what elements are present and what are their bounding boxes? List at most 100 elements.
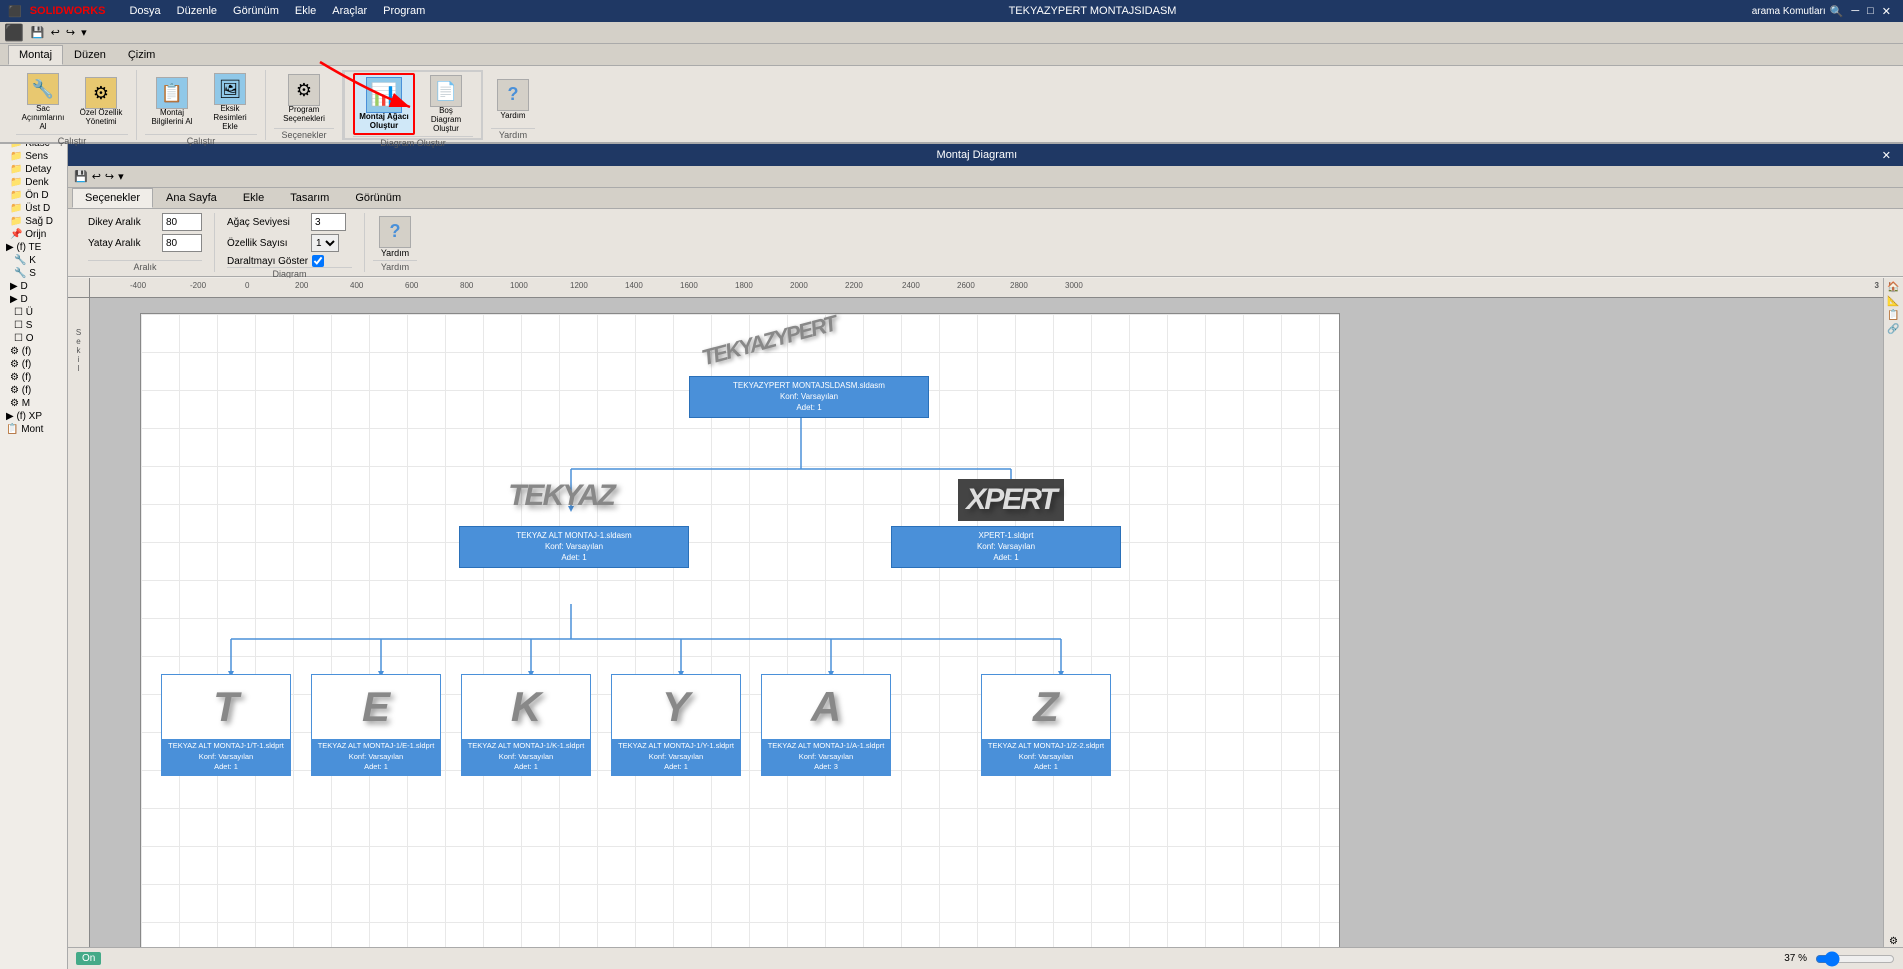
montaj-agac-button[interactable]: 📊 Montaj Ağacı Oluştur bbox=[353, 73, 415, 135]
diagram-canvas[interactable]: TEKYAZYPERT TEKYAZYPERT MONTAJSLDASM.sld… bbox=[90, 298, 1883, 947]
bos-diagram-button[interactable]: 📄 Boş Diagram Oluştur bbox=[419, 72, 473, 136]
right-icon-1[interactable]: 🏠 bbox=[1887, 282, 1899, 293]
program-icon: ⚙ bbox=[288, 74, 320, 106]
zoom-slider[interactable] bbox=[1815, 952, 1895, 966]
tab-secenekler[interactable]: Seçenekler bbox=[72, 188, 153, 208]
tree-item-f1[interactable]: ⚙ (f) bbox=[2, 345, 65, 358]
right-icon-4[interactable]: 🔗 bbox=[1887, 324, 1899, 335]
montaj-bilgi-button[interactable]: 📋 Montaj Bilgilerini Al bbox=[145, 74, 199, 130]
menu-araclar[interactable]: Araçlar bbox=[324, 3, 375, 19]
save-icon[interactable]: 💾 bbox=[31, 26, 45, 39]
tree-item-o[interactable]: ☐ O bbox=[2, 332, 65, 345]
montaj-agac-label: Montaj Ağacı Oluştur bbox=[359, 113, 409, 131]
eksik-resim-button[interactable]: 🖼 Eksik Resimleri Ekle bbox=[203, 70, 257, 134]
eksik-icon: 🖼 bbox=[214, 73, 246, 105]
ribbon-group-label-4: Diagram Oluştur bbox=[353, 136, 473, 148]
tab-cizim[interactable]: Çizim bbox=[117, 45, 167, 65]
right-icon-3[interactable]: 📋 bbox=[1887, 310, 1899, 321]
tree-item-m[interactable]: ⚙ M bbox=[2, 397, 65, 410]
third-node-A[interactable]: A TEKYAZ ALT MONTAJ-1/A-1.sldprt Konf: V… bbox=[761, 674, 891, 776]
tab-ekle[interactable]: Ekle bbox=[230, 188, 277, 208]
minimize-btn[interactable]: ─ bbox=[1847, 5, 1863, 17]
inner-section-yardim: ? Yardım Yardım bbox=[365, 213, 425, 272]
tab-gorunum[interactable]: Görünüm bbox=[342, 188, 414, 208]
tab-duzen[interactable]: Düzen bbox=[63, 45, 117, 65]
yatay-aralik-input[interactable] bbox=[162, 234, 202, 252]
ribbon-group-yardim: ? Yardım Yardım bbox=[483, 70, 543, 140]
montaj-bilgi-label: Montaj Bilgilerini Al bbox=[150, 109, 194, 127]
tree-item-d2[interactable]: ▶ D bbox=[2, 293, 65, 306]
tree-item-detay[interactable]: 📁 Detay bbox=[2, 163, 65, 176]
ribbon-group-label-2: Çalıştır bbox=[145, 134, 257, 146]
outer-ribbon: ⬛ 💾 ↩ ↪ ▾ Montaj Düzen Çizim 🔧 Sac Açını… bbox=[0, 22, 1903, 144]
tree-item-f-te[interactable]: ▶ (f) TE bbox=[2, 241, 65, 254]
restore-btn[interactable]: □ bbox=[1863, 5, 1878, 17]
tree-item-orijin[interactable]: 📌 Orijn bbox=[2, 228, 65, 241]
inner-redo-icon[interactable]: ↪ bbox=[105, 170, 114, 183]
inner-save-icon[interactable]: 💾 bbox=[74, 170, 88, 183]
inner-yardim-label: Yardım bbox=[381, 248, 409, 258]
diagram-viewport[interactable]: -400 -200 0 200 400 600 800 1000 1200 14… bbox=[68, 278, 1883, 947]
right-icon-5[interactable]: ⚙ bbox=[1889, 936, 1898, 947]
agac-seviyesi-input[interactable] bbox=[311, 213, 346, 231]
tree-item-f2[interactable]: ⚙ (f) bbox=[2, 358, 65, 371]
tree-item-d1[interactable]: ▶ D bbox=[2, 280, 65, 293]
inner-undo-icon[interactable]: ↩ bbox=[92, 170, 101, 183]
daraltmayi-goster-checkbox[interactable] bbox=[312, 255, 324, 267]
sac-acinimlarini-button[interactable]: 🔧 Sac Açınımlarını Al bbox=[16, 70, 70, 134]
third-node-T[interactable]: T TEKYAZ ALT MONTAJ-1/T-1.sldprt Konf: V… bbox=[161, 674, 291, 776]
program-secenekleri-button[interactable]: ⚙ Program Seçenekleri bbox=[274, 71, 334, 127]
tree-item-s2[interactable]: ☐ S bbox=[2, 319, 65, 332]
menu-duzenle[interactable]: Düzenle bbox=[169, 3, 225, 19]
ribbon-group-label-5: Yardım bbox=[491, 128, 535, 140]
menu-dosya[interactable]: Dosya bbox=[121, 3, 168, 19]
top-node-box[interactable]: TEKYAZYPERT MONTAJSLDASM.sldasm Konf: Va… bbox=[689, 376, 929, 418]
dikey-aralik-input[interactable] bbox=[162, 213, 202, 231]
tab-tasarim[interactable]: Tasarım bbox=[277, 188, 342, 208]
third-node-Z[interactable]: Z TEKYAZ ALT MONTAJ-1/Z-2.sldprt Konf: V… bbox=[981, 674, 1111, 776]
tree-item-f4[interactable]: ⚙ (f) bbox=[2, 384, 65, 397]
inner-yardim-button[interactable]: ? Yardım bbox=[375, 214, 415, 260]
third-node-E[interactable]: E TEKYAZ ALT MONTAJ-1/E-1.sldprt Konf: V… bbox=[311, 674, 441, 776]
tree-item-ustd[interactable]: 📁 Üst D bbox=[2, 202, 65, 215]
ozellik-sayisi-select[interactable]: 123 bbox=[311, 234, 339, 252]
tree-item-u[interactable]: ☐ Ü bbox=[2, 306, 65, 319]
program-label: Program Seçenekleri bbox=[279, 106, 329, 124]
tree-item-denk[interactable]: 📁 Denk bbox=[2, 176, 65, 189]
ruler-corner bbox=[68, 278, 90, 298]
tab-ana-sayfa[interactable]: Ana Sayfa bbox=[153, 188, 230, 208]
tab-montaj[interactable]: Montaj bbox=[8, 45, 63, 65]
third-node-K[interactable]: K TEKYAZ ALT MONTAJ-1/K-1.sldprt Konf: V… bbox=[461, 674, 591, 776]
menu-program[interactable]: Program bbox=[375, 3, 433, 19]
tree-item-mont[interactable]: 📋 Mont bbox=[2, 423, 65, 436]
right-icon-2[interactable]: 📐 bbox=[1887, 296, 1899, 307]
inner-close-btn[interactable]: ✕ bbox=[1878, 149, 1895, 162]
tree-item-f3[interactable]: ⚙ (f) bbox=[2, 371, 65, 384]
ribbon-group-calistir2: 📋 Montaj Bilgilerini Al 🖼 Eksik Resimler… bbox=[137, 70, 266, 140]
tree-item-k[interactable]: 🔧 K bbox=[2, 254, 65, 267]
menu-ekle[interactable]: Ekle bbox=[287, 3, 324, 19]
tree-item-sens[interactable]: 📁 Sens bbox=[2, 150, 65, 163]
second-node-right-box[interactable]: XPERT-1.sldprt Konf: Varsayılan Adet: 1 bbox=[891, 526, 1121, 568]
redo-icon[interactable]: ↪ bbox=[66, 26, 75, 39]
ozel-ozellik-button[interactable]: ⚙ Özel Özellik Yönetimi bbox=[74, 74, 128, 130]
menu-gorunum[interactable]: Görünüm bbox=[225, 3, 287, 19]
yardim-button[interactable]: ? Yardım bbox=[491, 76, 535, 123]
tree-item-f-xp[interactable]: ▶ (f) XP bbox=[2, 410, 65, 423]
canvas-white: TEKYAZYPERT TEKYAZYPERT MONTAJSLDASM.sld… bbox=[140, 313, 1340, 947]
left-tree-panel: ⊕ ☰ ▶ TEKYAZ 📁 Klasc 📁 Sens 📁 Detay 📁 De… bbox=[0, 22, 68, 969]
close-btn[interactable]: ✕ bbox=[1878, 5, 1895, 18]
tree-item-s[interactable]: 🔧 S bbox=[2, 267, 65, 280]
eksik-label: Eksik Resimleri Ekle bbox=[208, 105, 252, 131]
ribbon-tabs: Montaj Düzen Çizim bbox=[0, 44, 1903, 66]
tree-item-sagd[interactable]: 📁 Sağ D bbox=[2, 215, 65, 228]
second-node-left-box[interactable]: TEKYAZ ALT MONTAJ-1.sldasm Konf: Varsayı… bbox=[459, 526, 689, 568]
inner-yardim-icon: ? bbox=[379, 216, 411, 248]
tree-item-ond[interactable]: 📁 Ön D bbox=[2, 189, 65, 202]
third-node-Y[interactable]: Y TEKYAZ ALT MONTAJ-1/Y-1.sldprt Konf: V… bbox=[611, 674, 741, 776]
search-icon[interactable]: 🔍 bbox=[1830, 5, 1844, 18]
dropdown-icon[interactable]: ▾ bbox=[81, 26, 87, 39]
inner-window: Montaj Diagramı ✕ 💾 ↩ ↪ ▾ Seçenekler Ana… bbox=[68, 144, 1903, 969]
undo-icon[interactable]: ↩ bbox=[51, 26, 60, 39]
inner-dropdown-icon[interactable]: ▾ bbox=[118, 170, 124, 183]
